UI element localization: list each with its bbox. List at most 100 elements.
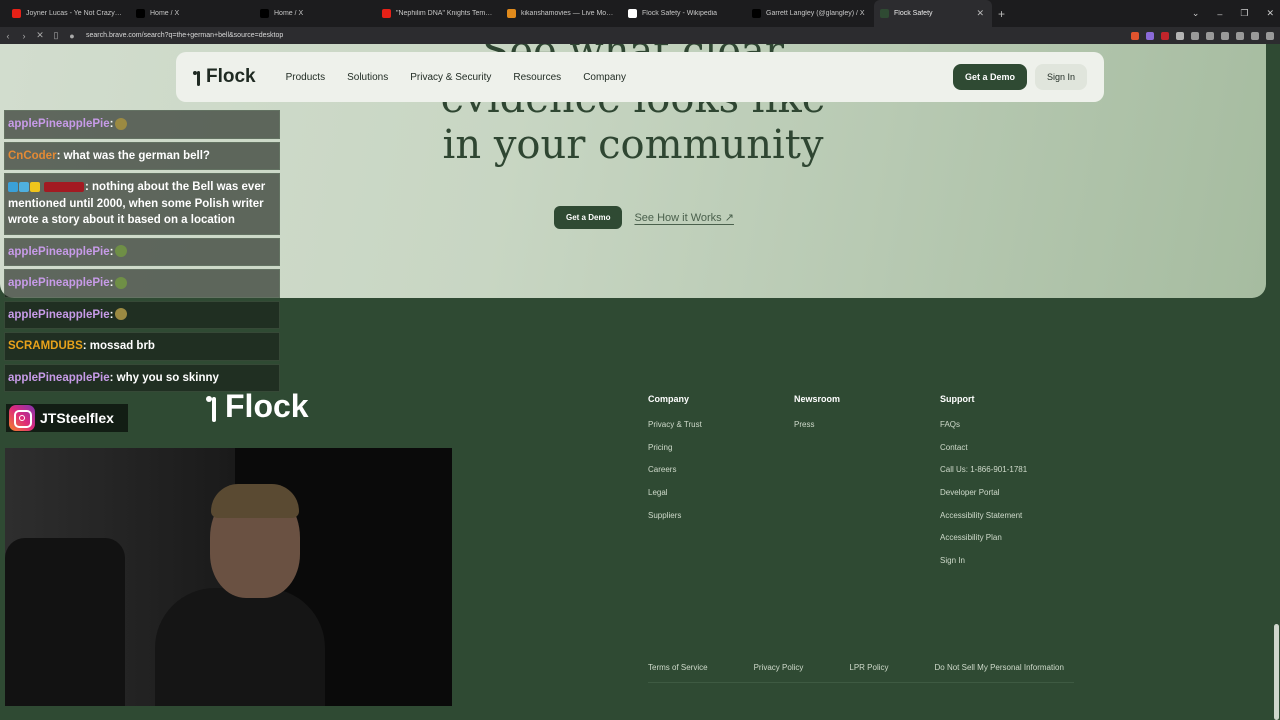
instagram-handle-badge: JTSteelflex — [6, 404, 128, 432]
footer-legal-link[interactable]: Do Not Sell My Personal Information — [935, 663, 1064, 672]
extension-icon[interactable] — [1146, 31, 1154, 40]
redacted-username — [44, 181, 84, 192]
hero-get-demo-button[interactable]: Get a Demo — [554, 206, 623, 229]
emote-green-icon — [115, 276, 128, 289]
flock-icon — [880, 9, 889, 18]
tab-5[interactable]: kikanshamovies — Live Movie Chann — [501, 0, 622, 27]
extensions-bar — [1131, 27, 1274, 44]
chat-username: SCRAMDUBS — [8, 340, 83, 352]
webcam-feed — [5, 448, 452, 706]
emote-bear-icon — [115, 117, 128, 130]
x-extension-icon[interactable] — [1176, 31, 1184, 40]
instagram-icon — [9, 405, 35, 431]
chat-text: : — [109, 245, 114, 258]
new-tab-icon[interactable]: + — [998, 7, 1005, 21]
close-tab-icon[interactable]: ✕ — [976, 8, 984, 19]
footer-link[interactable]: Press — [794, 420, 840, 443]
extension-icon[interactable] — [1161, 31, 1169, 40]
tab-7[interactable]: Garrett Langley (@glangley) / X — [746, 0, 874, 27]
tab-8[interactable]: Flock Safety ✕ — [874, 0, 992, 27]
hero-cta: Get a Demo See How it Works ↗ — [554, 206, 734, 229]
flock-logo-icon — [205, 392, 221, 422]
chat-message: applePineapplePie: — [4, 110, 280, 139]
footer-link[interactable]: Suppliers — [648, 511, 702, 534]
footer-link[interactable]: Careers — [648, 465, 702, 488]
footer-link[interactable]: FAQs — [940, 420, 1027, 443]
tab-1[interactable]: Joyner Lucas - Ye Not Crazy (Official — [6, 0, 130, 27]
get-demo-button[interactable]: Get a Demo — [952, 64, 1027, 90]
tab-title: "Nephilim DNA" Knights Templar, Re — [396, 10, 493, 17]
brave-shield-icon[interactable] — [1131, 31, 1139, 40]
address-toolbar: ‹ › ✕ ▯ ● search.brave.com/search?q=the+… — [0, 27, 1280, 44]
tab-3[interactable]: Home / X — [254, 0, 376, 27]
extension-icon[interactable] — [1206, 31, 1214, 40]
sidebar-icon[interactable] — [1236, 31, 1244, 40]
close-window-icon[interactable]: ✕ — [1266, 8, 1274, 19]
forward-icon[interactable]: › — [16, 31, 32, 41]
streamer-body — [155, 588, 325, 706]
tab-4[interactable]: "Nephilim DNA" Knights Templar, Re — [376, 0, 501, 27]
minimize-icon[interactable]: – — [1217, 9, 1222, 19]
chat-username: CnCoder — [8, 149, 57, 162]
footer-link[interactable]: Legal — [648, 488, 702, 511]
kick-icon — [507, 9, 516, 18]
streamer-hair — [211, 484, 299, 518]
footer-link[interactable]: Pricing — [648, 443, 702, 466]
sign-in-button[interactable]: Sign In — [1034, 64, 1087, 90]
tab-title: Garrett Langley (@glangley) / X — [766, 10, 865, 17]
extension-icon[interactable] — [1221, 31, 1229, 40]
tab-2[interactable]: Home / X — [130, 0, 254, 27]
tab-title: Joyner Lucas - Ye Not Crazy (Official — [26, 10, 122, 17]
footer-legal-link[interactable]: Privacy Policy — [754, 663, 804, 672]
scrollbar-thumb[interactable] — [1274, 624, 1279, 720]
chat-badge-icon — [30, 181, 40, 192]
scrollbar[interactable] — [1272, 44, 1280, 720]
tab-strip: Joyner Lucas - Ye Not Crazy (Official Hom… — [6, 0, 992, 27]
bookmark-icon[interactable]: ▯ — [48, 30, 64, 41]
chat-username: applePineapplePie — [8, 118, 110, 130]
footer-link[interactable]: Call Us: 1-866-901-1781 — [940, 465, 1027, 488]
tab-title: kikanshamovies — Live Movie Chann — [521, 10, 614, 17]
stream-chat-overlay: applePineapplePie: CnCoder: what was the … — [4, 110, 280, 395]
footer-column-heading: Company — [648, 394, 690, 404]
footer-link[interactable]: Accessibility Plan — [940, 533, 1027, 556]
footer-column-support: Support FAQs Contact Call Us: 1-866-901-178… — [940, 394, 1027, 579]
url-field[interactable]: search.brave.com/search?q=the+german+bel… — [86, 32, 283, 39]
chat-message: applePineapplePie: why you so skinny — [4, 363, 280, 392]
stop-icon[interactable]: ✕ — [32, 30, 48, 41]
nav-item-4[interactable]: Company — [583, 72, 626, 83]
chevron-down-icon[interactable]: ⌄ — [1192, 8, 1200, 19]
footer-link[interactable]: Accessibility Statement — [940, 511, 1027, 534]
see-how-it-works-link[interactable]: See How it Works ↗ — [634, 211, 733, 224]
footer-link[interactable]: Developer Portal — [940, 488, 1027, 511]
restore-icon[interactable]: ❐ — [1240, 8, 1248, 19]
footer-link[interactable]: Sign In — [940, 556, 1027, 579]
footer-column-heading: Support — [940, 394, 975, 404]
nav-item-1[interactable]: Solutions — [347, 72, 388, 83]
wikipedia-icon — [628, 9, 637, 18]
menu-icon[interactable] — [1266, 31, 1274, 40]
emote-bear-icon — [115, 308, 128, 321]
nav-item-0[interactable]: Products — [286, 72, 325, 83]
site-info-icon[interactable]: ● — [64, 31, 80, 41]
tab-bar: Joyner Lucas - Ye Not Crazy (Official Hom… — [0, 0, 1280, 27]
chat-text: : — [109, 308, 114, 321]
flock-logo[interactable]: Flock — [193, 66, 256, 88]
nav-item-3[interactable]: Resources — [513, 72, 561, 83]
x-icon — [752, 9, 761, 18]
chat-username: applePineapplePie — [8, 277, 110, 289]
footer-link[interactable]: Privacy & Trust — [648, 420, 702, 443]
youtube-icon — [382, 9, 391, 18]
back-icon[interactable]: ‹ — [0, 31, 16, 41]
footer-link[interactable]: Contact — [940, 443, 1027, 466]
chat-message: CnCoder: what was the german bell? — [4, 141, 280, 170]
chat-message: applePineapplePie: — [4, 300, 280, 329]
chat-text: : mossad brb — [82, 340, 155, 352]
wallet-icon[interactable] — [1251, 31, 1259, 40]
nav-item-2[interactable]: Privacy & Security — [410, 72, 491, 83]
tab-title: Flock Safety - Wikipedia — [642, 10, 718, 17]
tab-6[interactable]: Flock Safety - Wikipedia — [622, 0, 746, 27]
footer-legal-link[interactable]: Terms of Service — [648, 663, 708, 672]
footer-legal-link[interactable]: LPR Policy — [849, 663, 888, 672]
extension-icon[interactable] — [1191, 31, 1199, 40]
